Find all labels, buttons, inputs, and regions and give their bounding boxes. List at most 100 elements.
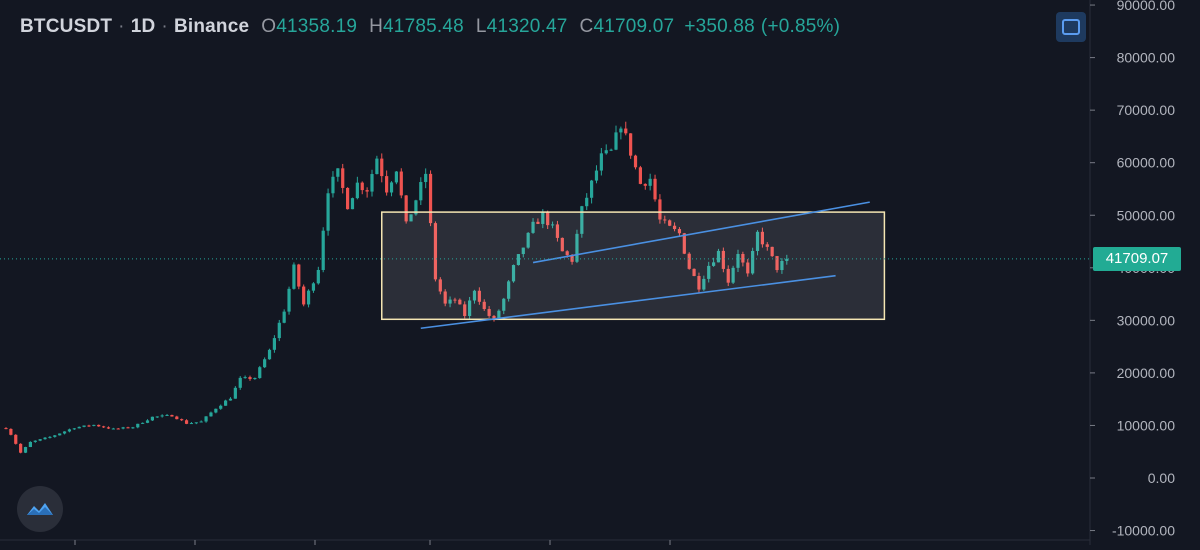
candle-body: [604, 150, 608, 154]
candle-body: [82, 425, 86, 427]
candle-body: [633, 155, 638, 168]
candle-body: [282, 311, 286, 323]
candle-body: [106, 427, 111, 429]
exchange-label: Binance: [173, 16, 250, 37]
open-value: 41358.19: [276, 16, 358, 37]
candle-body: [77, 426, 81, 429]
candle-body: [385, 176, 389, 193]
chart-area[interactable]: 90000.00 80000.00 70000.00 60000.00 50000.00…: [0, 0, 1200, 545]
candle-body: [297, 264, 301, 287]
candle-body: [19, 443, 23, 453]
candle-body: [629, 133, 633, 156]
candle-body: [9, 428, 13, 435]
candle-body: [92, 424, 96, 426]
candle-body: [121, 427, 125, 429]
candle-body: [170, 414, 174, 417]
change-value: +350.88: [684, 16, 755, 37]
candle-body: [321, 230, 325, 270]
candle-body: [48, 436, 52, 438]
candle-body: [97, 424, 101, 427]
separator: ·: [161, 16, 168, 37]
interval-label[interactable]: 1D: [131, 16, 156, 38]
price-tick-label: 20000.00: [1117, 365, 1176, 381]
candle-body: [277, 322, 281, 339]
symbol-name[interactable]: BTCUSDT: [20, 16, 112, 38]
candle-body: [648, 178, 652, 186]
low-value: 41320.47: [486, 16, 568, 37]
price-tick-label: 50000.00: [1117, 207, 1176, 223]
candle-body: [380, 158, 384, 177]
candle-body: [87, 425, 91, 427]
low-key: L: [475, 16, 487, 37]
price-tick-label: 60000.00: [1117, 155, 1176, 171]
candle-body: [126, 427, 130, 429]
candle-body: [180, 419, 184, 421]
candle-body: [199, 421, 203, 423]
candle-body: [375, 158, 379, 175]
candle-body: [614, 132, 618, 150]
candle-body: [204, 416, 208, 422]
change-percent: (+0.85%): [760, 16, 841, 37]
candle-body: [365, 190, 369, 192]
candle-body: [638, 167, 642, 184]
candle-body: [228, 398, 233, 401]
candle-body: [62, 431, 67, 434]
candlestick-chart[interactable]: 90000.00 80000.00 70000.00 60000.00 50000.00…: [0, 0, 1200, 545]
candle-body: [23, 447, 28, 453]
candle-body: [214, 408, 218, 413]
candle-body: [233, 387, 237, 399]
close-value: 41709.07: [593, 16, 675, 37]
candle-body: [419, 182, 423, 201]
candle-body: [394, 171, 398, 183]
candle-body: [150, 416, 154, 421]
candle-body: [619, 128, 623, 133]
candle-body: [238, 377, 242, 388]
last-price-tag: 41709.07: [1093, 246, 1181, 271]
price-tick-label: 70000.00: [1117, 102, 1176, 118]
candle-body: [116, 428, 120, 430]
maximize-icon: [1062, 19, 1080, 35]
candle-body: [165, 414, 169, 416]
candle-body: [585, 197, 589, 207]
candle-body: [145, 420, 150, 423]
candle-body: [316, 269, 320, 284]
candle-body: [331, 176, 335, 194]
candle-body: [189, 423, 194, 425]
range-box[interactable]: [381, 211, 886, 321]
candle-body: [370, 174, 374, 192]
candle-body: [267, 349, 272, 360]
candle-body: [326, 193, 330, 231]
candle-body: [263, 359, 267, 368]
candle-body: [594, 170, 599, 181]
price-tick-label: 10000.00: [1117, 417, 1176, 433]
candle-body: [131, 427, 135, 429]
candle-body: [136, 423, 140, 428]
candle-body: [224, 400, 228, 406]
annotations-layer: [0, 201, 1090, 330]
candle-body: [624, 128, 628, 134]
candle-body: [72, 428, 76, 430]
candle-body: [336, 168, 340, 177]
candle-body: [155, 416, 159, 418]
candle-body: [389, 182, 394, 193]
candle-body: [219, 405, 223, 409]
candle-body: [111, 428, 115, 430]
candle-body: [424, 173, 428, 183]
maximize-button[interactable]: [1056, 12, 1086, 42]
close-key: C: [579, 16, 594, 37]
candle-body: [258, 367, 262, 378]
candle-body: [4, 428, 8, 430]
candle-body: [653, 178, 657, 200]
candle-body: [350, 198, 355, 210]
candle-body: [67, 429, 72, 432]
candle-body: [341, 168, 345, 188]
candle-body: [28, 441, 32, 448]
candle-body: [306, 290, 311, 305]
candle-body: [243, 377, 247, 379]
tradingview-cloud-icon: [27, 503, 53, 515]
candle-body: [590, 180, 594, 198]
price-tick-label: 0.00: [1148, 470, 1175, 486]
tradingview-logo-button[interactable]: [17, 486, 63, 532]
candle-body: [643, 183, 647, 186]
candle-body: [33, 440, 37, 442]
